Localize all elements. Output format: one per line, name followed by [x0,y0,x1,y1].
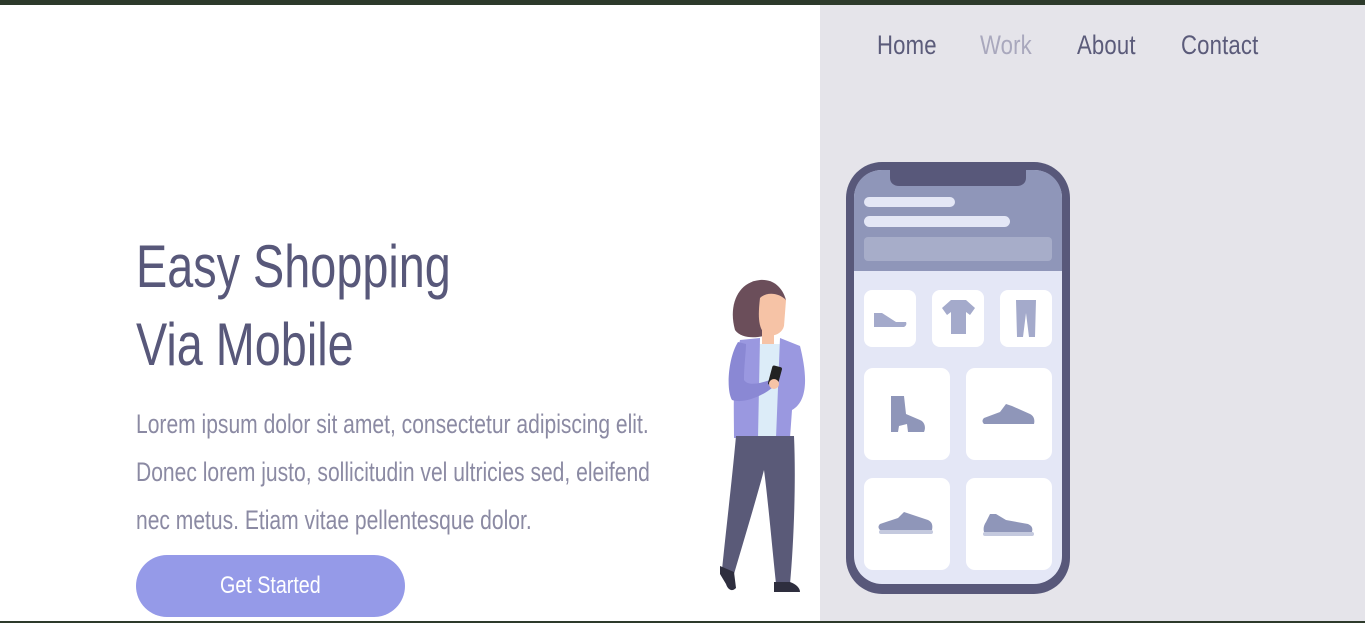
shopping-illustration [720,162,1070,594]
woman-figure [720,279,806,592]
phone-mockup [846,162,1070,594]
